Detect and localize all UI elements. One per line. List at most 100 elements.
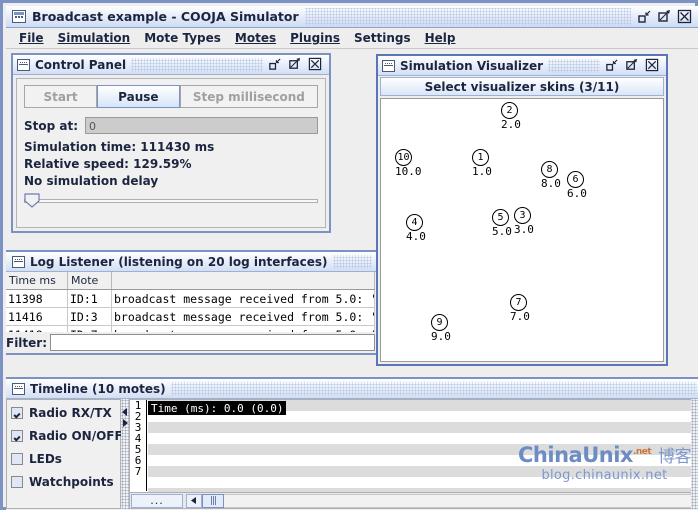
control-panel-title: Control Panel [35, 58, 126, 72]
table-row[interactable]: 11418 ID:7 broadcast message received fr… [6, 326, 375, 332]
mote-node[interactable]: 11.0 [472, 149, 492, 178]
window-icon [12, 10, 26, 23]
mote-node[interactable]: 22.0 [501, 102, 521, 131]
menu-mote-types-label: Mote Types [144, 31, 221, 45]
column-header-mote[interactable]: Mote [68, 272, 112, 289]
slider-thumb[interactable] [24, 193, 40, 208]
log-table-header: Time ms Mote [6, 272, 375, 290]
timeline-mote-numbers: 1234567 [130, 400, 147, 491]
maximize-button[interactable] [625, 58, 640, 73]
simulation-delay-slider[interactable] [24, 193, 318, 209]
scrollbar-thumb[interactable] [202, 494, 224, 508]
mote-circle-icon: 5 [492, 209, 509, 226]
cell-message: broadcast message received from 5.0: 'H [112, 308, 375, 325]
mote-circle-icon: 6 [567, 171, 584, 188]
filter-input[interactable] [50, 334, 375, 351]
maximize-button[interactable] [288, 57, 303, 72]
scroll-left-arrow-icon[interactable] [186, 494, 202, 508]
stop-at-input[interactable]: 0 [85, 117, 318, 134]
menu-mote-types[interactable]: Mote Types [137, 30, 228, 46]
timeline-body: Radio RX/TX Radio ON/OFF LEDs Watch [6, 399, 698, 509]
checkbox-icon [11, 430, 23, 442]
timeline-row[interactable] [148, 477, 698, 488]
pause-button[interactable]: Pause [97, 85, 180, 108]
minimize-button[interactable] [268, 57, 283, 72]
timeline-vertical-scrollbar[interactable] [691, 399, 698, 509]
close-button[interactable] [645, 58, 660, 73]
mote-label: 7.0 [510, 310, 530, 323]
control-panel-body: Start Pause Step millisecond Stop at: 0 … [13, 75, 329, 231]
filter-label: Filter: [6, 336, 47, 350]
stop-at-label: Stop at: [24, 119, 78, 133]
minimize-button[interactable] [637, 9, 652, 24]
title-texture [548, 59, 600, 73]
mote-node[interactable]: 33.0 [514, 207, 534, 236]
scrollbar-track[interactable] [224, 494, 698, 508]
grip-line [213, 496, 214, 505]
timeline-menu-button[interactable]: ... [131, 494, 183, 508]
log-listener-body: Time ms Mote 11398 ID:1 broadcast messag… [6, 272, 377, 353]
menu-help[interactable]: Help [418, 30, 463, 46]
visualizer-window-controls [605, 58, 660, 73]
mote-node[interactable]: 88.0 [541, 161, 561, 190]
mote-node[interactable]: 77.0 [510, 294, 530, 323]
timeline-splitter[interactable] [121, 399, 129, 509]
control-panel-window: Control Panel [11, 53, 331, 233]
checkbox-radio-on-off[interactable]: Radio ON/OFF [11, 429, 116, 443]
slider-track [24, 199, 318, 203]
table-row[interactable]: 11416 ID:3 broadcast message received fr… [6, 308, 375, 326]
menu-file[interactable]: File [12, 30, 51, 46]
checkbox-leds[interactable]: LEDs [11, 452, 116, 466]
mote-node[interactable]: 66.0 [567, 171, 587, 200]
cell-time: 11418 [6, 326, 68, 332]
menu-plugins[interactable]: Plugins [283, 30, 347, 46]
menu-simulation[interactable]: Simulation [51, 30, 138, 46]
title-bar-texture [305, 8, 631, 26]
timeline-options-panel: Radio RX/TX Radio ON/OFF LEDs Watch [6, 399, 121, 509]
timeline-row[interactable] [148, 444, 698, 455]
column-header-time[interactable]: Time ms [6, 272, 68, 289]
column-header-message[interactable] [112, 272, 375, 289]
close-button[interactable] [308, 57, 323, 72]
visualizer-title-bar: Simulation Visualizer [378, 56, 666, 76]
cell-time: 11398 [6, 290, 68, 307]
timeline-row[interactable] [148, 422, 698, 433]
menu-motes-label: Motes [235, 31, 276, 45]
start-button[interactable]: Start [24, 85, 97, 108]
table-row[interactable]: 11398 ID:1 broadcast message received fr… [6, 290, 375, 308]
timeline-time-tooltip: Time (ms): 0.0 (0.0) [148, 401, 286, 415]
cooja-application-window: Broadcast example - COOJA Simulator [0, 0, 698, 510]
minimize-button[interactable] [605, 58, 620, 73]
cell-mote: ID:3 [68, 308, 112, 325]
grip-line [211, 496, 212, 505]
visualizer-canvas[interactable]: 22.0 1010.0 11.0 88.0 66.0 44.0 55.033.0 77.0 99… [380, 98, 664, 362]
timeline-chart[interactable]: 1234567 Time (ms): 0.0 (0.0) ChinaUnix.n… [129, 399, 698, 509]
timeline-row[interactable] [148, 433, 698, 444]
simulation-visualizer-window: Simulation Visualizer [376, 54, 668, 366]
mote-circle-icon: 2 [501, 102, 518, 119]
checkbox-radio-rx-tx[interactable]: Radio RX/TX [11, 406, 116, 420]
window-icon [17, 59, 30, 71]
title-texture [131, 58, 263, 72]
mote-node[interactable]: 55.0 [492, 209, 512, 238]
timeline-row[interactable] [148, 466, 698, 477]
select-visualizer-skins-button[interactable]: Select visualizer skins (3/11) [380, 77, 664, 96]
checkbox-watchpoints[interactable]: Watchpoints [11, 475, 116, 489]
timeline-horizontal-scrollbar[interactable]: ... [130, 492, 698, 508]
menu-settings-label: Settings [354, 31, 411, 45]
timeline-row[interactable] [148, 455, 698, 466]
mote-label: 6.0 [567, 187, 587, 200]
menu-motes[interactable]: Motes [228, 30, 283, 46]
mote-node[interactable]: 44.0 [406, 214, 426, 243]
mote-node[interactable]: 99.0 [431, 314, 451, 343]
mote-circle-icon: 7 [510, 294, 527, 311]
cell-message: broadcast message received from 5.0: 'H [112, 290, 375, 307]
mote-label: 8.0 [541, 177, 561, 190]
mote-node[interactable]: 1010.0 [395, 149, 422, 178]
checkbox-label: Radio RX/TX [29, 406, 112, 420]
menu-settings[interactable]: Settings [347, 30, 418, 46]
close-button[interactable] [677, 9, 692, 24]
simulation-time-label: Simulation time: 111430 ms [24, 140, 318, 154]
step-millisecond-button[interactable]: Step millisecond [180, 85, 318, 108]
maximize-button[interactable] [657, 9, 672, 24]
